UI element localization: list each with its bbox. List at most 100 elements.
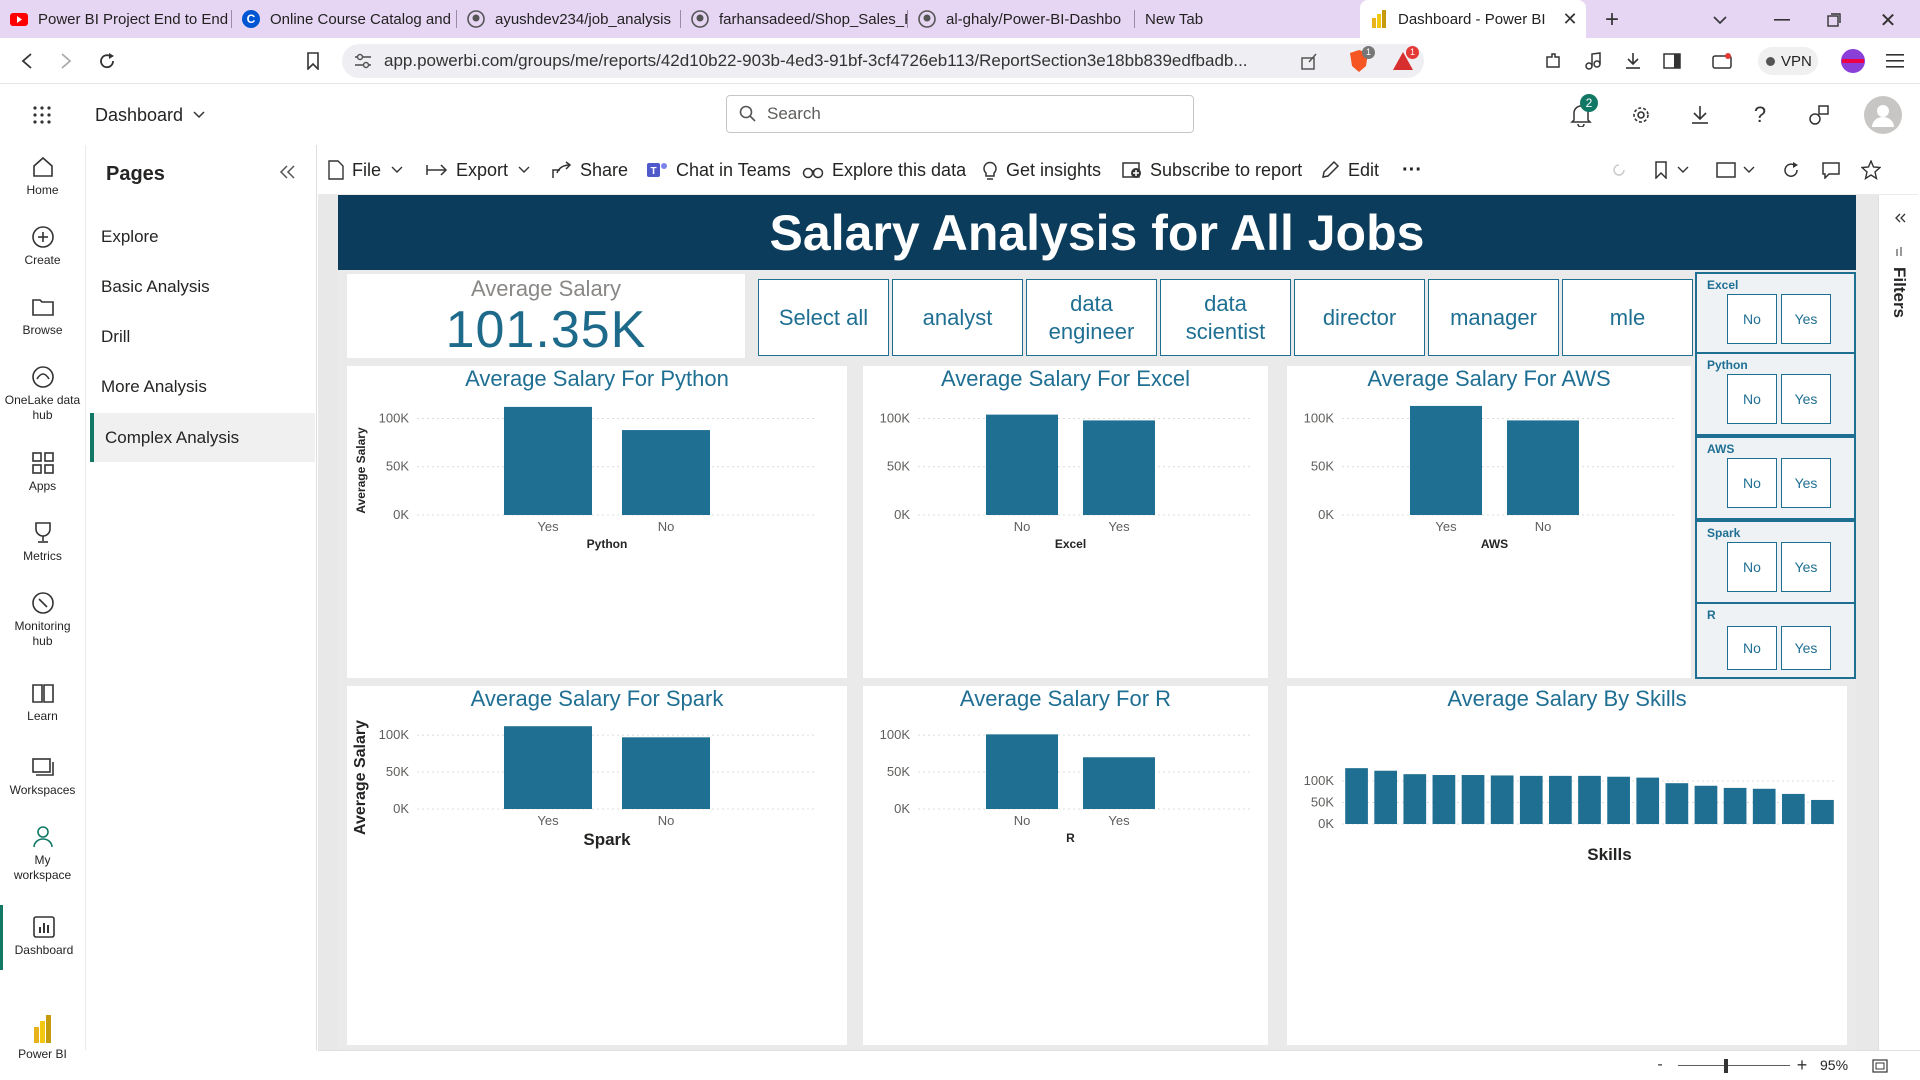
download-icon[interactable] — [1687, 102, 1713, 128]
nav-workspaces[interactable]: Workspaces — [0, 755, 85, 798]
filter-python-yes[interactable]: Yes — [1781, 374, 1831, 424]
vpn-button[interactable]: VPN — [1758, 47, 1818, 75]
new-tab-icon[interactable]: + — [1600, 6, 1624, 33]
undo-icon[interactable] — [1608, 159, 1630, 181]
page-item-complex-analysis[interactable]: Complex Analysis — [90, 413, 315, 462]
share-page-icon[interactable] — [1298, 50, 1320, 72]
chart-card-skills[interactable]: Average Salary By Skills 100K 50K 0K Skills — [1287, 686, 1847, 1045]
nav-home[interactable]: Home — [0, 155, 85, 198]
page-item-more-analysis[interactable]: More Analysis — [86, 362, 311, 411]
url-bar[interactable]: app.powerbi.com/groups/me/reports/42d10b… — [342, 44, 1424, 78]
chart-card-aws[interactable]: Average Salary For AWS 100K 50K 0K Yes No AWS — [1287, 366, 1691, 678]
get-insights-button[interactable]: Get insights — [982, 145, 1101, 195]
slicer-option-mle[interactable]: mle — [1562, 279, 1693, 356]
minimize-icon[interactable] — [1770, 8, 1794, 32]
maximize-icon[interactable] — [1822, 8, 1846, 32]
browser-tab[interactable]: C Online Course Catalog and — [232, 0, 457, 38]
share-button[interactable]: Share — [552, 145, 628, 195]
help-icon[interactable]: ? — [1747, 102, 1773, 128]
browser-tab[interactable]: al-ghaly/Power-BI-Dashbo — [908, 0, 1135, 38]
filters-pane-collapsed[interactable]: Filters — [1878, 195, 1920, 1050]
wallet-icon[interactable] — [1710, 50, 1734, 72]
edit-button[interactable]: Edit — [1320, 145, 1379, 195]
workspace-dropdown[interactable]: Dashboard — [95, 102, 205, 128]
extensions-icon[interactable] — [1542, 50, 1564, 72]
chart-card-python[interactable]: Average Salary For Python 100K 50K 0K Yes No… — [347, 366, 847, 678]
subscribe-button[interactable]: Subscribe to report — [1122, 145, 1302, 195]
browser-menu-icon[interactable] — [1884, 50, 1906, 72]
zoom-in-icon[interactable]: + — [1794, 1055, 1810, 1075]
slicer-option-manager[interactable]: manager — [1428, 279, 1559, 356]
nav-monitoring[interactable]: Monitoring hub — [0, 591, 85, 649]
zoom-slider-handle[interactable] — [1724, 1059, 1728, 1073]
nav-create[interactable]: Create — [0, 225, 85, 268]
app-launcher-icon[interactable] — [30, 103, 54, 127]
filter-excel-yes[interactable]: Yes — [1781, 294, 1831, 344]
nav-apps[interactable]: Apps — [0, 451, 85, 494]
page-item-drill[interactable]: Drill — [86, 312, 311, 361]
browser-tab[interactable]: farhansadeed/Shop_Sales_P — [681, 0, 908, 38]
sidebar-toggle-icon[interactable] — [1661, 50, 1683, 72]
fit-to-page-icon[interactable] — [1870, 1057, 1890, 1075]
filter-aws-no[interactable]: No — [1727, 458, 1777, 508]
search-input[interactable]: Search — [726, 95, 1194, 133]
profile-avatar-icon[interactable] — [1840, 48, 1866, 74]
chevron-down-icon[interactable] — [1708, 8, 1732, 32]
nav-learn[interactable]: Learn — [0, 681, 85, 724]
file-menu[interactable]: File — [328, 145, 411, 195]
site-info-icon[interactable] — [352, 50, 374, 72]
slicer-option-data-scientist[interactable]: data scientist — [1160, 279, 1291, 356]
slicer-option-select-all[interactable]: Select all — [758, 279, 889, 356]
zoom-out-icon[interactable]: - — [1652, 1055, 1668, 1075]
nav-onelake[interactable]: OneLake data hub — [0, 365, 85, 423]
slicer-option-analyst[interactable]: analyst — [892, 279, 1023, 356]
page-item-basic-analysis[interactable]: Basic Analysis — [86, 262, 311, 311]
slicer-option-director[interactable]: director — [1294, 279, 1425, 356]
refresh-icon[interactable] — [1780, 159, 1802, 181]
collapse-pane-icon[interactable] — [276, 161, 298, 183]
filter-r-no[interactable]: No — [1727, 626, 1777, 670]
chart-card-spark[interactable]: Average Salary For Spark 100K 50K 0K Yes No S… — [347, 686, 847, 1045]
filter-spark-yes[interactable]: Yes — [1781, 542, 1831, 592]
close-window-icon[interactable]: ✕ — [1876, 8, 1900, 32]
bookmark-icon[interactable] — [1650, 159, 1672, 181]
more-options-button[interactable]: ··· — [1402, 145, 1422, 195]
browser-tab[interactable]: ayushdev234/job_analysis — [457, 0, 681, 38]
filter-spark-no[interactable]: No — [1727, 542, 1777, 592]
page-item-explore[interactable]: Explore — [86, 212, 311, 261]
nav-metrics[interactable]: Metrics — [0, 521, 85, 564]
chart-card-excel[interactable]: Average Salary For Excel 100K 50K 0K No Yes E… — [863, 366, 1268, 678]
back-icon[interactable] — [16, 50, 38, 72]
filter-excel-no[interactable]: No — [1727, 294, 1777, 344]
feedback-icon[interactable] — [1806, 102, 1832, 128]
bookmark-icon[interactable] — [302, 50, 324, 72]
nav-dashboard[interactable]: Dashboard — [0, 905, 85, 970]
filter-python-no[interactable]: No — [1727, 374, 1777, 424]
browser-tab-active[interactable]: Dashboard - Power BI ✕ — [1360, 0, 1586, 38]
forward-icon[interactable] — [55, 50, 77, 72]
filter-aws-yes[interactable]: Yes — [1781, 458, 1831, 508]
filter-r-yes[interactable]: Yes — [1781, 626, 1831, 670]
chevron-down-icon[interactable] — [1740, 159, 1758, 181]
chat-in-teams-button[interactable]: T Chat in Teams — [646, 145, 791, 195]
download-icon[interactable] — [1622, 50, 1644, 72]
export-menu[interactable]: Export — [426, 145, 538, 195]
expand-pane-icon[interactable] — [1891, 209, 1909, 227]
explore-data-button[interactable]: Explore this data — [802, 145, 966, 195]
account-avatar[interactable] — [1864, 96, 1902, 134]
close-tab-icon[interactable]: ✕ — [1560, 9, 1580, 29]
chart-card-r[interactable]: Average Salary For R 100K 50K 0K No Yes R — [863, 686, 1268, 1045]
zoom-slider[interactable] — [1678, 1065, 1790, 1066]
slicer-option-data-engineer[interactable]: data engineer — [1026, 279, 1157, 356]
nav-browse[interactable]: Browse — [0, 295, 85, 338]
comment-icon[interactable] — [1820, 159, 1842, 181]
nav-powerbi[interactable]: Power BI — [0, 1015, 85, 1062]
browser-tab[interactable]: Power BI Project End to End — [0, 0, 232, 38]
browser-tab[interactable]: New Tab — [1135, 0, 1360, 38]
kpi-card-average-salary[interactable]: Average Salary 101.35K — [347, 274, 745, 359]
chevron-down-icon[interactable] — [1674, 159, 1692, 181]
nav-my-workspace[interactable]: My workspace — [0, 825, 85, 883]
music-icon[interactable] — [1582, 50, 1604, 72]
favorite-star-icon[interactable] — [1860, 159, 1882, 181]
settings-icon[interactable] — [1628, 102, 1654, 128]
